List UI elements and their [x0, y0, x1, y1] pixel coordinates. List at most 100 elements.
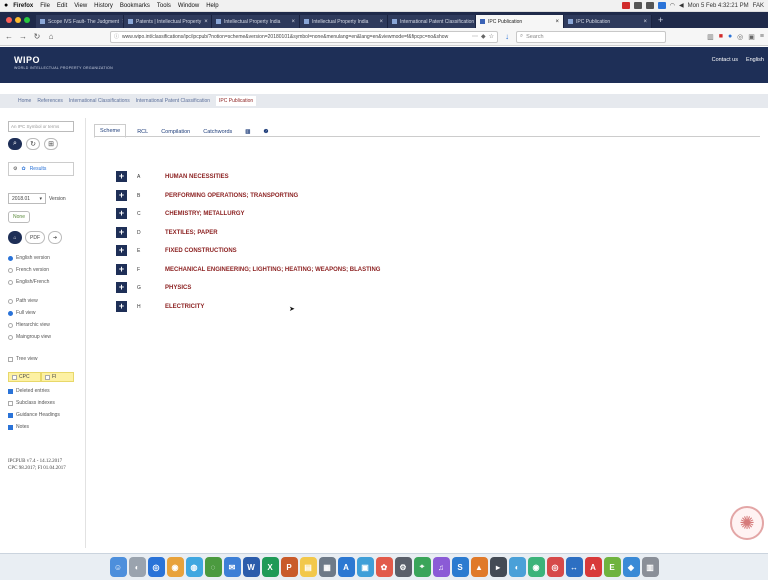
pocket-icon[interactable]: ◆ [481, 33, 486, 40]
status-app-icon[interactable] [621, 2, 630, 9]
contact-us-link[interactable]: Contact us [712, 57, 738, 63]
photo-booth-icon[interactable]: ◎ [546, 557, 564, 577]
expand-plus-icon[interactable]: + [116, 245, 127, 256]
info-icon[interactable]: ⓘ [114, 33, 119, 40]
breadcrumb-home[interactable]: Home [18, 98, 31, 104]
acrobat-icon[interactable]: A [584, 557, 602, 577]
expand-plus-icon[interactable]: + [116, 282, 127, 293]
expand-plus-icon[interactable]: + [116, 264, 127, 275]
section-row[interactable]: + A HUMAN NECESSITIES [116, 171, 229, 182]
calendar-icon[interactable]: ▣ [356, 557, 374, 577]
pdf-button[interactable]: PDF [25, 231, 45, 244]
option-tree-view[interactable]: Tree view [8, 356, 38, 362]
expand-plus-icon[interactable]: + [116, 227, 127, 238]
status-app-icon[interactable] [633, 2, 642, 9]
section-row[interactable]: + F MECHANICAL ENGINEERING; LIGHTING; HE… [116, 264, 380, 275]
photos-icon[interactable]: ✿ [375, 557, 393, 577]
option-subclass-indexes[interactable]: Subclass indexes [8, 400, 55, 406]
menu-bookmarks[interactable]: Bookmarks [120, 3, 150, 9]
zoom-window-icon[interactable] [24, 17, 30, 23]
menu-icon[interactable]: ≡ [760, 33, 764, 41]
facetime-icon[interactable]: ◐ [508, 557, 526, 577]
section-title[interactable]: FIXED CONSTRUCTIONS [165, 248, 237, 254]
minimize-window-icon[interactable] [15, 17, 21, 23]
mail-icon[interactable]: ✉ [223, 557, 241, 577]
close-tab-icon[interactable]: × [640, 19, 647, 25]
close-tab-icon[interactable]: × [552, 19, 559, 25]
close-tab-icon[interactable]: × [201, 19, 208, 25]
status-app-icon[interactable] [657, 2, 666, 9]
extension-icon[interactable]: ● [728, 33, 732, 41]
sync-icon[interactable]: ◎ [737, 33, 743, 41]
vlc-icon[interactable]: ▲ [470, 557, 488, 577]
whatsapp-icon[interactable]: ◉ [527, 557, 545, 577]
volume-icon[interactable]: ◀ [679, 2, 684, 9]
ipc-symbol-input[interactable]: An IPC Symbol or terms [8, 121, 74, 132]
trash-icon[interactable]: ▥ [641, 557, 659, 577]
app-store-icon[interactable]: A [337, 557, 355, 577]
option-deleted-entries[interactable]: Deleted entries [8, 388, 50, 394]
forward-icon[interactable]: → [18, 32, 28, 41]
option-hierarchic-view[interactable]: Hierarchic view [8, 322, 50, 328]
section-row[interactable]: + C CHEMISTRY; METALLURGY [116, 208, 245, 219]
menu-help[interactable]: Help [206, 3, 218, 9]
wifi-icon[interactable]: ◠ [670, 2, 675, 9]
word-icon[interactable]: W [242, 557, 260, 577]
language-selector[interactable]: English [746, 57, 764, 63]
option-english-french[interactable]: English/French [8, 279, 49, 285]
none-button[interactable]: None [8, 211, 30, 223]
section-title[interactable]: HUMAN NECESSITIES [165, 174, 229, 180]
dictionary-icon[interactable]: ◆ [622, 557, 640, 577]
messages-icon[interactable]: ◌ [204, 557, 222, 577]
search-button[interactable]: ⌕ [8, 138, 22, 150]
skype-icon[interactable]: S [451, 557, 469, 577]
breadcrumb-references[interactable]: References [37, 98, 63, 104]
pin-button[interactable]: ➔ [48, 231, 63, 244]
powerpoint-icon[interactable]: P [280, 557, 298, 577]
section-row[interactable]: + E FIXED CONSTRUCTIONS [116, 245, 237, 256]
close-tab-icon[interactable]: × [376, 19, 383, 25]
maps-icon[interactable]: ⌖ [413, 557, 431, 577]
reset-button[interactable]: ↻ [26, 138, 40, 150]
browser-tab-active[interactable]: IPC Publication × [476, 15, 564, 28]
expand-plus-icon[interactable]: + [116, 190, 127, 201]
section-title[interactable]: MECHANICAL ENGINEERING; LIGHTING; HEATIN… [165, 267, 380, 273]
option-french-version[interactable]: French version [8, 267, 49, 273]
home-icon[interactable]: ⌂ [46, 32, 56, 41]
expand-plus-icon[interactable]: + [116, 301, 127, 312]
close-window-icon[interactable] [6, 17, 12, 23]
library-icon[interactable]: ▥ [707, 33, 714, 41]
menu-file[interactable]: File [40, 3, 50, 9]
bookmark-star-icon[interactable]: ☆ [489, 33, 494, 40]
wipo-logo[interactable]: WIPO [14, 55, 40, 65]
url-bar[interactable]: ⓘ www.wipo.int/classifications/ipc/ipcpu… [110, 30, 498, 43]
gear-icon[interactable]: ✿ [21, 166, 25, 172]
close-tab-icon[interactable]: × [288, 19, 295, 25]
launchpad-icon[interactable]: ◐ [128, 557, 146, 577]
evernote-icon[interactable]: E [603, 557, 621, 577]
section-row[interactable]: + H ELECTRICITY [116, 301, 204, 312]
section-title[interactable]: PHYSICS [165, 285, 191, 291]
version-select[interactable]: 2018.01 ▾ [8, 193, 46, 204]
menu-view[interactable]: View [74, 3, 87, 9]
option-maingroup-view[interactable]: Maingroup view [8, 334, 51, 340]
finder-icon[interactable]: ☺ [109, 557, 127, 577]
back-icon[interactable]: ← [4, 32, 14, 41]
cpc-toggle[interactable]: CPC [8, 372, 41, 382]
notes-icon[interactable]: ▤ [299, 557, 317, 577]
extension-icon[interactable]: ■ [719, 33, 723, 41]
new-tab-button[interactable]: + [658, 15, 663, 25]
expand-plus-icon[interactable]: + [116, 208, 127, 219]
browser-tab[interactable]: Scope IVS Fault- The Judgment× [36, 15, 124, 28]
section-title[interactable]: CHEMISTRY; METALLURGY [165, 211, 245, 217]
menu-firefox[interactable]: Firefox [13, 3, 33, 9]
more-icon[interactable]: ⋯ [472, 33, 478, 40]
search-input[interactable]: ⌕ Search [516, 30, 666, 43]
breadcrumb-ipc[interactable]: International Patent Classification [136, 98, 210, 104]
status-app-icon[interactable] [645, 2, 654, 9]
fi-toggle[interactable]: FI [41, 372, 74, 382]
option-full-view[interactable]: Full view [8, 310, 35, 316]
browser-tab[interactable]: International Patent Classification× [388, 15, 476, 28]
option-english-version[interactable]: English version [8, 255, 50, 261]
menu-tools[interactable]: Tools [157, 3, 171, 9]
